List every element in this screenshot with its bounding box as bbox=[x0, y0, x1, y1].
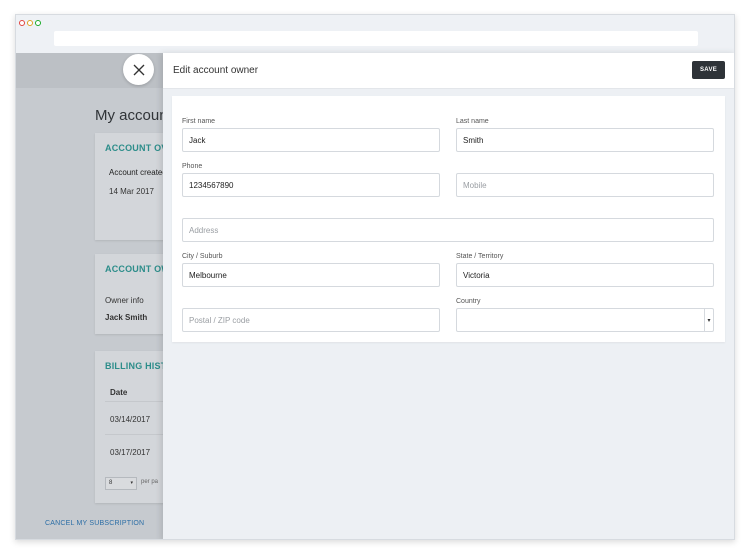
state-label: State / Territory bbox=[456, 253, 504, 260]
last-name-label: Last name bbox=[456, 118, 489, 125]
per-page-value: 8 bbox=[109, 480, 113, 486]
mobile-field[interactable]: Mobile bbox=[456, 173, 714, 197]
chevron-down-icon: ▾ bbox=[130, 480, 133, 486]
panel-title: Edit account owner bbox=[173, 65, 259, 76]
edit-owner-panel: Edit account owner SAVE First name Jack … bbox=[163, 53, 734, 539]
first-name-field[interactable]: Jack bbox=[182, 128, 440, 152]
browser-chrome bbox=[16, 15, 734, 53]
close-icon bbox=[133, 64, 144, 75]
close-panel-button[interactable] bbox=[123, 54, 154, 85]
country-select[interactable]: ▾ bbox=[456, 308, 714, 332]
country-label: Country bbox=[456, 298, 481, 305]
city-field[interactable]: Melbourne bbox=[182, 263, 440, 287]
state-field[interactable]: Victoria bbox=[456, 263, 714, 287]
first-name-label: First name bbox=[182, 118, 216, 125]
save-button[interactable]: SAVE bbox=[692, 61, 725, 79]
last-name-field[interactable]: Smith bbox=[456, 128, 714, 152]
column-header-date: Date bbox=[110, 388, 128, 397]
card-heading: ACCOUNT OW bbox=[105, 264, 170, 274]
page-title: My account bbox=[95, 107, 172, 124]
phone-field[interactable]: 1234567890 bbox=[182, 173, 440, 197]
account-created-label: Account created bbox=[109, 168, 167, 177]
per-page-label: per pa bbox=[141, 479, 159, 485]
maximize-window-dot[interactable] bbox=[35, 20, 41, 26]
table-row: 03/17/2017 bbox=[110, 448, 151, 457]
postal-code-field[interactable]: Postal / ZIP code bbox=[182, 308, 440, 332]
close-window-dot[interactable] bbox=[19, 20, 25, 26]
chevron-down-icon: ▾ bbox=[704, 309, 713, 331]
panel-header: Edit account owner SAVE bbox=[163, 53, 734, 89]
owner-form: First name Jack Last name Smith Phone 12… bbox=[172, 96, 725, 342]
owner-info-label: Owner info bbox=[105, 296, 144, 305]
browser-window: My account ACCOUNT OVE Account created 1… bbox=[15, 14, 735, 540]
cancel-subscription-link[interactable]: CANCEL MY SUBSCRIPTION bbox=[45, 520, 144, 527]
address-field[interactable]: Address bbox=[182, 218, 714, 242]
minimize-window-dot[interactable] bbox=[27, 20, 33, 26]
owner-name: Jack Smith bbox=[105, 313, 148, 322]
per-page-select[interactable]: 8 ▾ bbox=[105, 477, 137, 490]
phone-label: Phone bbox=[182, 163, 203, 170]
account-created-value: 14 Mar 2017 bbox=[109, 187, 154, 196]
address-bar[interactable] bbox=[54, 31, 698, 46]
city-label: City / Suburb bbox=[182, 253, 223, 260]
table-row: 03/14/2017 bbox=[110, 415, 151, 424]
